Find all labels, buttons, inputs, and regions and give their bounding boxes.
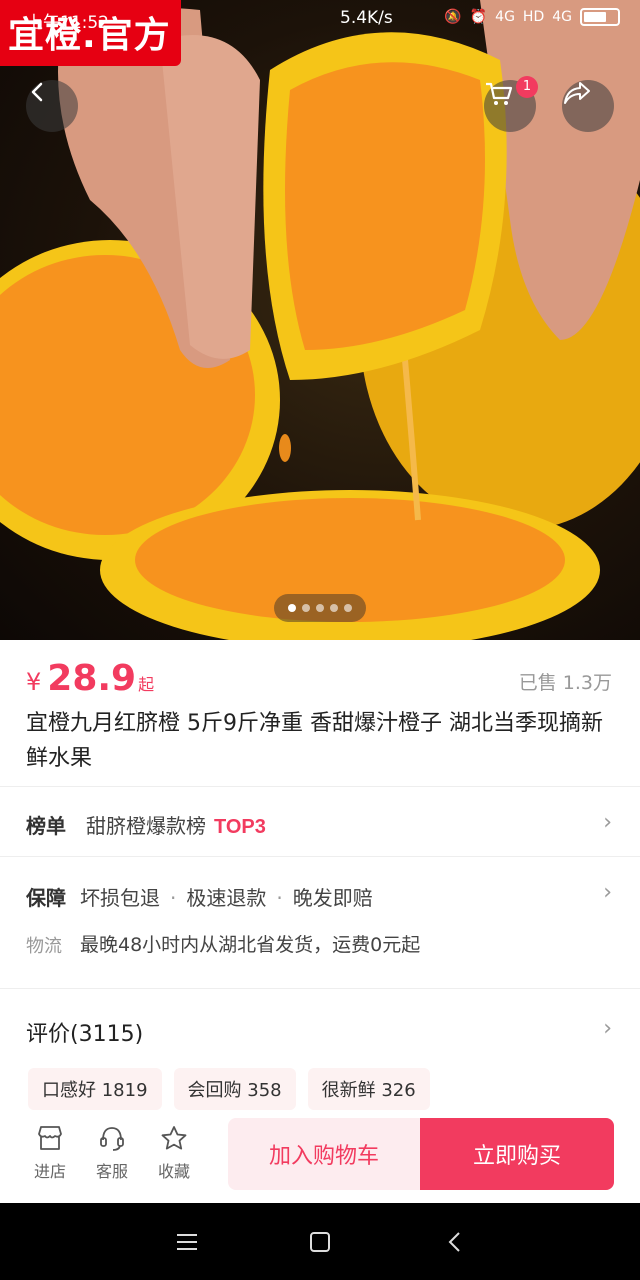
sold-count: 已售 1.3万 bbox=[518, 672, 612, 694]
home-square-icon bbox=[310, 1232, 330, 1252]
price-value: 28.9 bbox=[47, 658, 137, 699]
back-arrow-icon bbox=[31, 82, 43, 102]
review-tag[interactable]: 口感好 1819 bbox=[28, 1068, 162, 1110]
cart-count-badge: 1 bbox=[516, 76, 538, 98]
separator: · bbox=[170, 886, 177, 910]
status-network-speed: 5.4K/s bbox=[340, 8, 393, 28]
menu-button[interactable] bbox=[172, 1227, 202, 1257]
orange-photo bbox=[0, 0, 640, 640]
carousel-pager bbox=[274, 594, 366, 622]
mute-icon: 🔕 bbox=[444, 9, 462, 25]
status-time: 上午11:52 bbox=[26, 13, 109, 33]
status-bar: 上午11:52 5.4K/s 🔕 ⏰ 4G HD 4G bbox=[0, 8, 640, 33]
pager-dot bbox=[288, 604, 296, 612]
cart-button[interactable]: 1 bbox=[484, 76, 538, 132]
system-back-button[interactable] bbox=[440, 1227, 470, 1257]
favorite-label: 收藏 bbox=[157, 1162, 190, 1181]
headset-icon bbox=[100, 1127, 124, 1151]
pager-dot bbox=[330, 604, 338, 612]
pager-dot bbox=[302, 604, 310, 612]
separator: · bbox=[276, 886, 283, 910]
ranking-label: 榜单 bbox=[26, 814, 66, 838]
favorite-button[interactable]: 收藏 bbox=[148, 1124, 200, 1182]
ranking-tag: TOP3 bbox=[214, 816, 266, 838]
chevron-right-icon: › bbox=[603, 1016, 612, 1041]
pager-dot bbox=[316, 604, 324, 612]
guarantee-items: 坏损包退 · 极速退款 · 晚发即赔 bbox=[80, 882, 373, 911]
status-icons: 🔕 ⏰ 4G HD 4G bbox=[444, 8, 620, 26]
divider bbox=[0, 786, 640, 787]
network-label-1: 4G bbox=[495, 9, 515, 25]
network-label-2: HD bbox=[522, 9, 545, 25]
network-label-3: 4G bbox=[552, 9, 572, 25]
bottom-action-bar: 进店 客服 收藏 加入购物车 立即购买 bbox=[0, 1116, 640, 1203]
reviews-title: 评价(3115) bbox=[26, 1022, 144, 1047]
add-to-cart-button[interactable]: 加入购物车 bbox=[228, 1118, 420, 1190]
home-button[interactable] bbox=[305, 1227, 335, 1257]
product-detail-panel: ¥ 28.9 起 已售 1.3万 宜橙九月红脐橙 5斤9斤净重 香甜爆汁橙子 湖… bbox=[0, 640, 640, 1203]
review-tags: 口感好 1819 会回购 358 很新鲜 326 bbox=[28, 1068, 430, 1110]
chevron-left-icon bbox=[448, 1232, 460, 1252]
product-image-carousel[interactable]: 宜橙.官方 上午11:52 5.4K/s 🔕 ⏰ 4G HD 4G 1 bbox=[0, 0, 640, 640]
ranking-text-wrap: 甜脐橙爆款榜 TOP3 bbox=[86, 810, 266, 839]
review-tag[interactable]: 会回购 358 bbox=[173, 1068, 296, 1110]
star-icon bbox=[161, 1126, 187, 1150]
store-label: 进店 bbox=[33, 1162, 66, 1181]
ranking-text: 甜脐橙爆款榜 bbox=[86, 814, 206, 838]
store-button[interactable]: 进店 bbox=[24, 1124, 76, 1182]
menu-icon bbox=[177, 1234, 197, 1250]
divider bbox=[0, 856, 640, 857]
customer-service-button[interactable]: 客服 bbox=[86, 1124, 138, 1182]
store-icon bbox=[38, 1126, 62, 1150]
logistics-text: 最晚48小时内从湖北省发货，运费0元起 bbox=[80, 934, 421, 956]
system-navigation-bar bbox=[0, 1203, 640, 1280]
divider bbox=[0, 988, 640, 989]
share-icon bbox=[564, 82, 590, 104]
guarantee-item: 晚发即赔 bbox=[292, 886, 373, 910]
cart-icon bbox=[486, 82, 513, 105]
logistics-label: 物流 bbox=[26, 936, 62, 957]
currency-symbol: ¥ bbox=[26, 668, 42, 696]
back-button[interactable] bbox=[26, 80, 78, 132]
share-button[interactable] bbox=[562, 80, 614, 132]
customer-service-label: 客服 bbox=[95, 1162, 128, 1181]
review-tag[interactable]: 很新鲜 326 bbox=[307, 1068, 430, 1110]
product-title: 宜橙九月红脐橙 5斤9斤净重 香甜爆汁橙子 湖北当季现摘新鲜水果 bbox=[26, 711, 603, 771]
guarantee-item: 极速退款 bbox=[186, 886, 267, 910]
guarantee-label: 保障 bbox=[26, 886, 66, 910]
buy-now-button[interactable]: 立即购买 bbox=[420, 1118, 614, 1190]
guarantee-item: 坏损包退 bbox=[80, 886, 160, 910]
price-suffix: 起 bbox=[138, 675, 155, 694]
chevron-right-icon: › bbox=[603, 810, 612, 835]
price-block: ¥ 28.9 起 bbox=[26, 658, 154, 699]
chevron-right-icon: › bbox=[603, 880, 612, 905]
alarm-icon: ⏰ bbox=[469, 9, 488, 25]
pager-dot bbox=[344, 604, 352, 612]
battery-icon bbox=[580, 8, 620, 26]
